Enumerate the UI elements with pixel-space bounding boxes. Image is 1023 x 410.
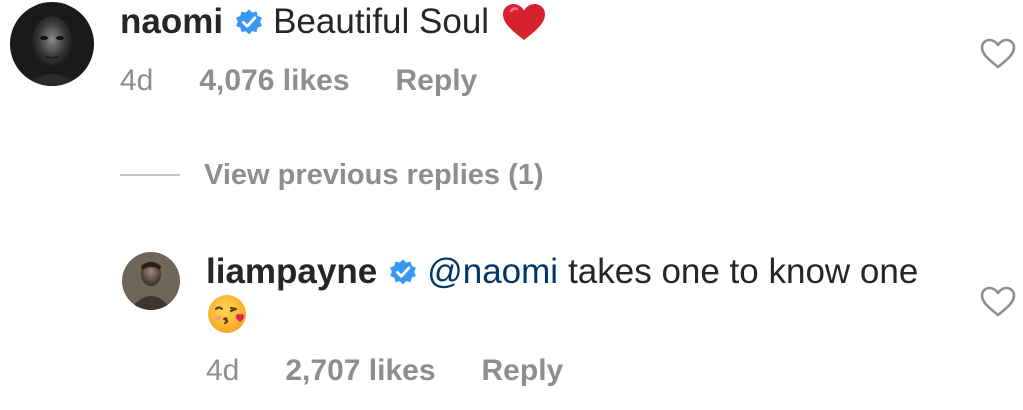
reply-likes[interactable]: 2,707 likes	[285, 354, 435, 388]
comment-time[interactable]: 4d	[120, 64, 153, 98]
reply-button[interactable]: Reply	[482, 354, 564, 388]
reply-button[interactable]: Reply	[396, 64, 478, 98]
avatar-naomi[interactable]	[10, 2, 94, 86]
verified-badge-icon	[390, 259, 417, 285]
view-replies-label: View previous replies (1)	[204, 159, 544, 191]
red-heart-emoji-icon	[503, 4, 546, 40]
reply-time[interactable]: 4d	[206, 354, 239, 388]
username-naomi[interactable]: naomi	[120, 2, 223, 42]
mention-link[interactable]: @naomi	[427, 252, 558, 292]
comment-meta-naomi: 4d 4,076 likes Reply	[120, 64, 477, 98]
username-liampayne[interactable]: liampayne	[206, 252, 377, 292]
reply-liampayne: liampayne @naomi takes one to know one	[206, 252, 918, 292]
comment-naomi: naomi Beautiful Soul	[120, 2, 547, 42]
avatar-liampayne[interactable]	[122, 252, 180, 310]
like-heart-icon[interactable]	[980, 38, 1016, 70]
comment-text: Beautiful Soul	[273, 2, 490, 41]
like-heart-icon[interactable]	[980, 286, 1016, 318]
face-blowing-kiss-emoji-icon	[208, 295, 246, 333]
view-previous-replies-button[interactable]: View previous replies (1)	[120, 158, 544, 192]
reply-meta-liampayne: 4d 2,707 likes Reply	[206, 354, 563, 388]
reply-text: takes one to know one	[568, 252, 919, 291]
verified-badge-icon	[236, 9, 262, 35]
comment-likes[interactable]: 4,076 likes	[199, 64, 349, 98]
replies-divider-line	[120, 174, 180, 176]
